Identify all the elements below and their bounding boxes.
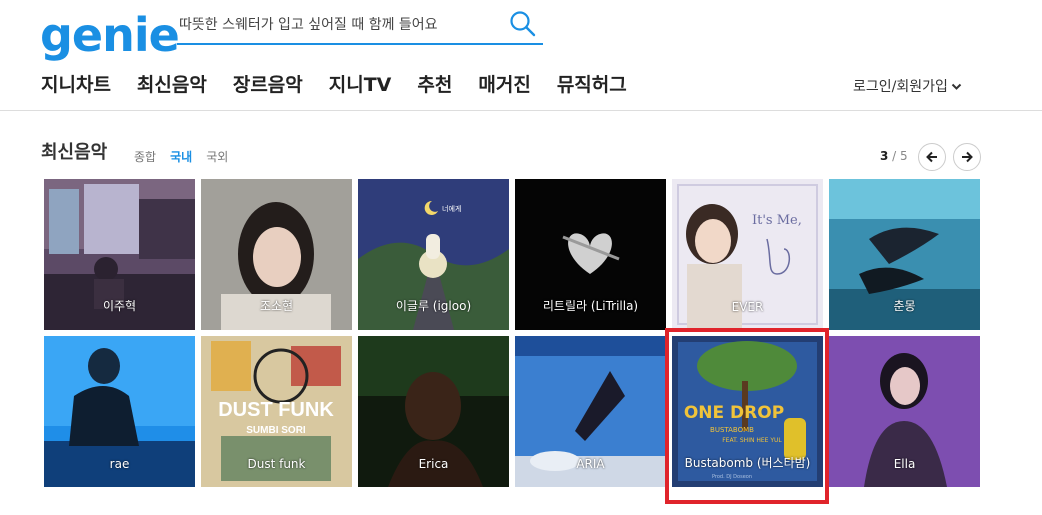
- album-artist: rae: [109, 457, 130, 471]
- subtab-foreign[interactable]: 국외: [206, 148, 228, 165]
- subtab-domestic[interactable]: 국내: [170, 148, 192, 165]
- nav-magazine[interactable]: 매거진: [478, 72, 530, 98]
- album-artist: 춘몽: [893, 299, 916, 313]
- subtab-all[interactable]: 종합: [134, 148, 156, 165]
- genie-logo[interactable]: genie: [40, 6, 180, 64]
- login-label: 로그인/회원가입: [853, 79, 948, 95]
- cover-text: ONE DROP: [684, 403, 784, 423]
- login-signup-link[interactable]: 로그인/회원가입: [853, 76, 962, 96]
- page-separator: /: [888, 149, 901, 163]
- cover-text: FEAT. SHIN HEE YUL: [722, 437, 782, 444]
- album-tile[interactable]: Erica: [358, 336, 509, 487]
- album-tile[interactable]: 이주혁: [44, 179, 195, 330]
- cover-text: BUSTABOMB: [710, 426, 754, 434]
- page-indicator: 3 / 5: [880, 149, 908, 163]
- next-page-button[interactable]: [953, 143, 981, 171]
- nav-genie-tv[interactable]: 지니TV: [329, 72, 392, 98]
- cover-text: It's Me,: [752, 213, 802, 228]
- section-subtabs: 종합 국내 국외: [134, 148, 242, 165]
- search-input[interactable]: [179, 14, 499, 36]
- main-nav: 지니차트 최신음악 장르음악 지니TV 추천 매거진 뮤직허그: [41, 72, 653, 98]
- album-tile[interactable]: rae: [44, 336, 195, 487]
- album-tile[interactable]: ONE DROP BUSTABOMB FEAT. SHIN HEE YUL Pr…: [672, 336, 823, 487]
- nav-recommend[interactable]: 추천: [417, 72, 452, 98]
- album-artist: Ella: [893, 457, 916, 471]
- nav-latest[interactable]: 최신음악: [137, 72, 207, 98]
- nav-genre[interactable]: 장르음악: [233, 72, 303, 98]
- album-tile[interactable]: 춘몽: [829, 179, 980, 330]
- album-tile[interactable]: ARIA: [515, 336, 666, 487]
- prev-page-button[interactable]: [918, 143, 946, 171]
- album-tile[interactable]: DUST FUNK SUMBI SORI Dust funk: [201, 336, 352, 487]
- cover-text: Prod. DJ Doseon: [712, 474, 752, 480]
- nav-music-hug[interactable]: 뮤직허그: [557, 72, 627, 98]
- album-tile[interactable]: It's Me, EVER: [672, 179, 823, 330]
- album-artist: 이주혁: [102, 299, 137, 313]
- album-artist: Erica: [418, 457, 449, 471]
- album-artist: 이글루 (igloo): [395, 299, 472, 313]
- chevron-down-icon: [951, 83, 962, 90]
- album-artist: EVER: [731, 300, 764, 314]
- search-bar: [177, 8, 543, 45]
- cover-text: 너에게: [442, 204, 461, 213]
- album-artist: 조소현: [259, 299, 294, 313]
- section-title: 최신음악: [41, 142, 108, 163]
- album-tile[interactable]: 너에게 이글루 (igloo): [358, 179, 509, 330]
- album-tile[interactable]: Ella: [829, 336, 980, 487]
- nav-chart[interactable]: 지니차트: [41, 72, 111, 98]
- album-tile[interactable]: 조소현: [201, 179, 352, 330]
- album-artist: ARIA: [576, 457, 605, 471]
- album-tile[interactable]: 리트릴라 (LiTrilla): [515, 179, 666, 330]
- album-artist: Dust funk: [247, 457, 306, 471]
- header-divider: [0, 110, 1042, 111]
- search-icon[interactable]: [509, 10, 537, 38]
- album-artist: 리트릴라 (LiTrilla): [542, 299, 639, 313]
- arrow-right-icon: [962, 151, 973, 163]
- arrow-left-icon: [926, 151, 937, 163]
- page-total: 5: [900, 149, 908, 163]
- album-artist: Bustabomb (버스타밤): [684, 456, 811, 470]
- cover-text: SUMBI SORI: [246, 425, 306, 436]
- cover-text: DUST FUNK: [218, 399, 334, 421]
